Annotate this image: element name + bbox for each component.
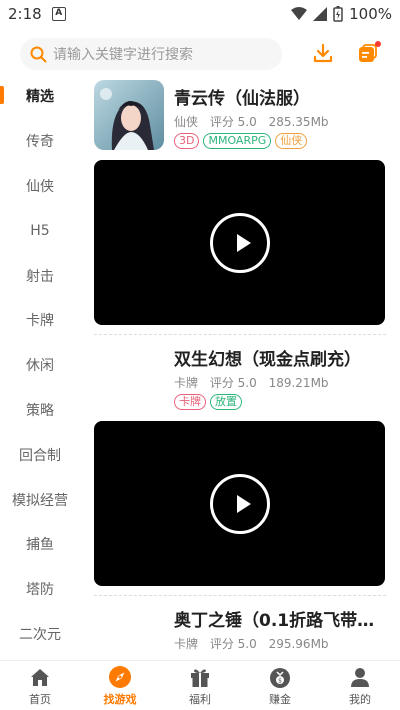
- game-icon: [94, 80, 164, 150]
- category-sidebar: 精选 传奇 仙侠 H5 射击 卡牌 休闲 策略 回合制 模拟经营 捕鱼 塔防 二…: [0, 74, 80, 656]
- game-category: 卡牌: [174, 376, 199, 390]
- signal-icon: [313, 7, 328, 21]
- play-icon[interactable]: [209, 473, 270, 534]
- game-title: 青云传（仙法服）: [174, 89, 310, 109]
- game-card[interactable]: 青云传（仙法服） 仙侠 评分 5.0 285.35Mb 3D MMOARPG 仙…: [94, 74, 386, 335]
- play-icon[interactable]: [209, 212, 270, 273]
- money-bag-icon: $: [268, 665, 292, 689]
- nav-label: 我的: [349, 692, 371, 706]
- nav-label: 福利: [189, 692, 211, 706]
- sidebar-item-featured[interactable]: 精选: [0, 74, 80, 119]
- nav-welfare[interactable]: 福利: [160, 661, 240, 710]
- game-tags: 卡牌 放置: [174, 394, 242, 410]
- game-tag: 仙侠: [275, 133, 308, 149]
- user-icon: [348, 665, 372, 689]
- game-category: 仙侠: [174, 115, 199, 129]
- notification-icon: A: [51, 7, 66, 21]
- download-icon: [313, 43, 333, 63]
- gift-icon: [188, 665, 212, 689]
- game-tags: 3D MMOARPG 仙侠: [174, 133, 308, 149]
- game-card[interactable]: 奥丁之锤（0.1折路飞带… 卡牌 评分 5.0 295.96Mb: [94, 596, 386, 660]
- status-indicators: 100%: [291, 5, 392, 23]
- nav-label: 赚金: [269, 692, 291, 706]
- sidebar-item-shooter[interactable]: 射击: [0, 253, 80, 298]
- game-rating: 评分 5.0: [209, 637, 257, 651]
- message-button[interactable]: [354, 40, 382, 68]
- game-category: 卡牌: [174, 637, 199, 651]
- download-button[interactable]: [310, 40, 336, 66]
- game-tag: 3D: [174, 133, 200, 149]
- game-size: 285.35Mb: [268, 115, 329, 129]
- game-video[interactable]: [94, 160, 385, 325]
- battery-level: 100%: [349, 5, 392, 23]
- game-tag: 卡牌: [174, 394, 206, 410]
- status-bar: 2:18 A 100%: [0, 0, 400, 28]
- game-list: 青云传（仙法服） 仙侠 评分 5.0 285.35Mb 3D MMOARPG 仙…: [94, 74, 386, 660]
- sidebar-item-h5[interactable]: H5: [0, 208, 80, 253]
- sidebar-item-card[interactable]: 卡牌: [0, 298, 80, 343]
- bottom-nav: 首页 找游戏 福利 $ 赚金 我的: [0, 660, 400, 710]
- sidebar-item-xianxia[interactable]: 仙侠: [0, 164, 80, 209]
- game-size: 189.21Mb: [268, 376, 329, 390]
- nav-mine[interactable]: 我的: [320, 661, 400, 710]
- game-meta: 卡牌 评分 5.0 295.96Mb: [174, 635, 337, 652]
- game-title: 双生幻想（现金点刷充）: [174, 350, 361, 370]
- nav-label: 找游戏: [103, 692, 137, 706]
- search-input[interactable]: 请输入关键字进行搜索: [20, 38, 282, 70]
- sidebar-item-turn-based[interactable]: 回合制: [0, 432, 80, 477]
- game-meta: 仙侠 评分 5.0 285.35Mb: [174, 113, 337, 130]
- sidebar-item-strategy[interactable]: 策略: [0, 388, 80, 433]
- sidebar-item-legend[interactable]: 传奇: [0, 119, 80, 164]
- game-video[interactable]: [94, 421, 385, 586]
- search-icon: [30, 46, 47, 62]
- home-icon: [28, 665, 52, 689]
- nav-label: 首页: [29, 692, 51, 706]
- sidebar-item-casual[interactable]: 休闲: [0, 343, 80, 388]
- game-title: 奥丁之锤（0.1折路飞带…: [174, 611, 375, 631]
- game-tag: MMOARPG: [203, 133, 272, 149]
- game-meta: 卡牌 评分 5.0 189.21Mb: [174, 374, 337, 391]
- sidebar-item-fishing[interactable]: 捕鱼: [0, 522, 80, 567]
- game-tag: 放置: [210, 394, 242, 410]
- nav-earn[interactable]: $ 赚金: [240, 661, 320, 710]
- game-size: 295.96Mb: [268, 637, 329, 651]
- sidebar-item-tower-defense[interactable]: 塔防: [0, 567, 80, 612]
- unread-dot: [375, 41, 381, 47]
- sidebar-item-simulation[interactable]: 模拟经营: [0, 477, 80, 522]
- nav-home[interactable]: 首页: [0, 661, 80, 710]
- sidebar-item-anime[interactable]: 二次元: [0, 612, 80, 657]
- nav-find-games[interactable]: 找游戏: [80, 661, 160, 710]
- status-time: 2:18: [8, 5, 42, 23]
- game-card[interactable]: 双生幻想（现金点刷充） 卡牌 评分 5.0 189.21Mb 卡牌 放置: [94, 335, 386, 596]
- search-placeholder: 请输入关键字进行搜索: [53, 47, 193, 63]
- game-rating: 评分 5.0: [209, 115, 257, 129]
- wifi-icon: [291, 7, 308, 20]
- svg-text:$: $: [278, 677, 282, 684]
- battery-icon: [333, 6, 343, 22]
- compass-icon: [108, 665, 132, 689]
- game-rating: 评分 5.0: [209, 376, 257, 390]
